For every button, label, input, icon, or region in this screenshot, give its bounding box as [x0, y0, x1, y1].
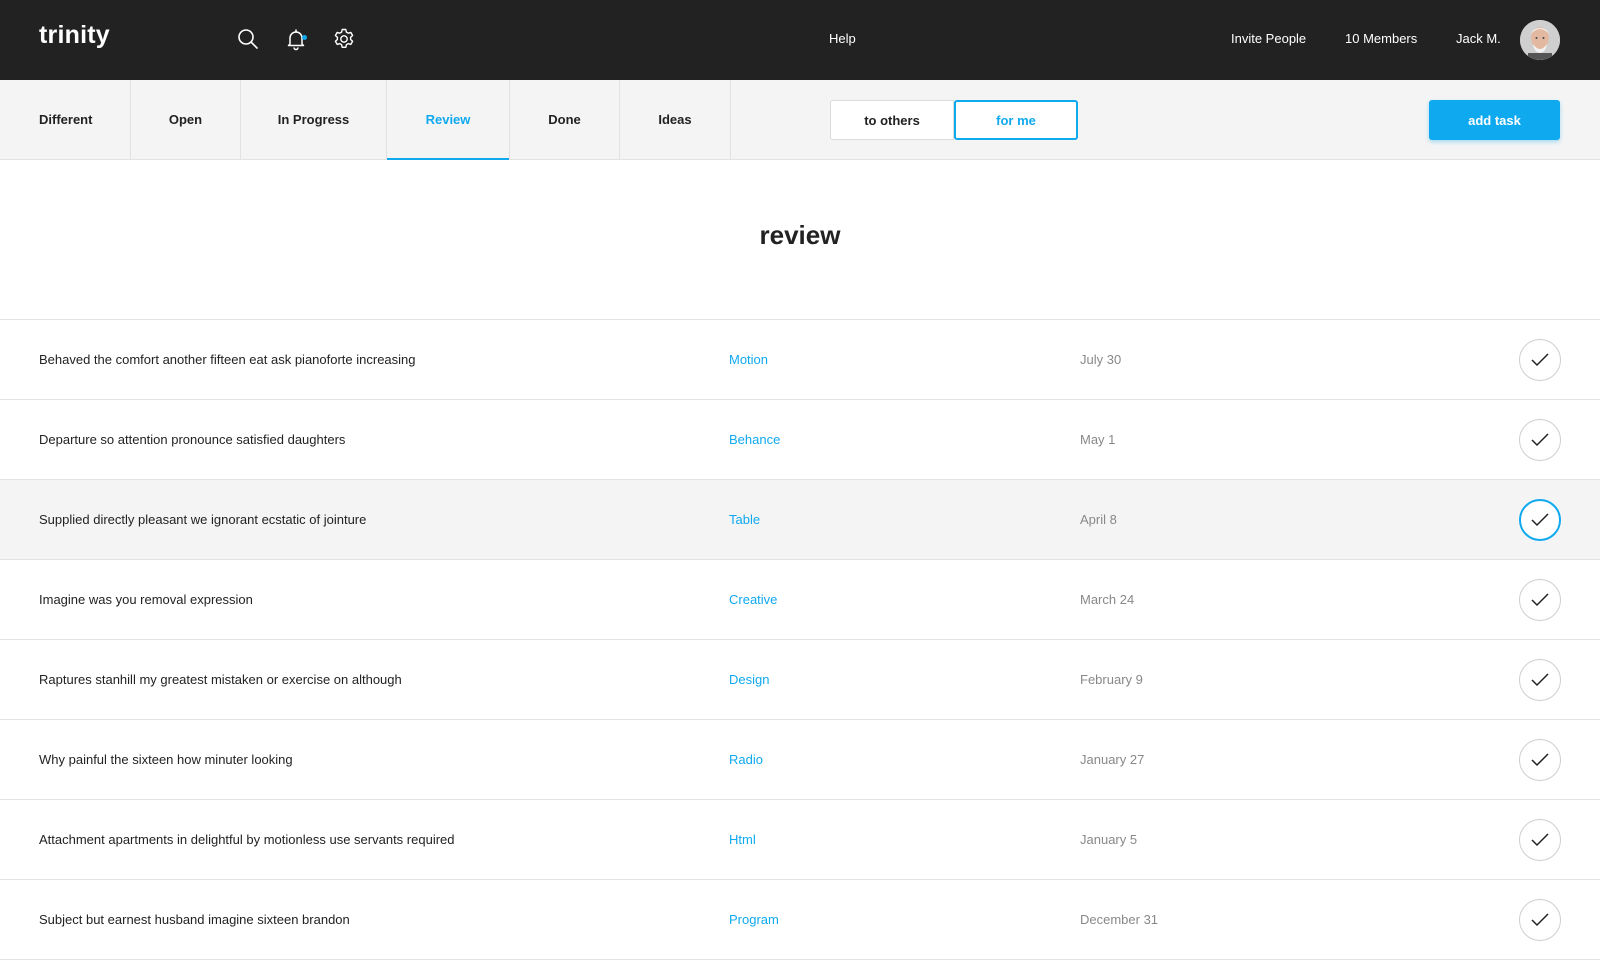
task-title: Departure so attention pronounce satisfi…: [39, 432, 346, 447]
task-date: April 8: [1080, 512, 1117, 527]
avatar[interactable]: [1520, 20, 1560, 60]
task-row[interactable]: Departure so attention pronounce satisfi…: [0, 400, 1600, 480]
task-date: July 30: [1080, 352, 1122, 367]
app-logo[interactable]: trinity: [39, 21, 110, 50]
tab-done[interactable]: Done: [510, 80, 620, 159]
task-date: May 1: [1080, 432, 1116, 447]
task-date: March 24: [1080, 592, 1135, 607]
task-title: Behaved the comfort another fifteen eat …: [39, 352, 416, 367]
task-date: January 27: [1080, 752, 1145, 767]
task-title: Subject but earnest husband imagine sixt…: [39, 912, 350, 927]
task-row[interactable]: Attachment apartments in delightful by m…: [0, 800, 1600, 880]
task-tag[interactable]: Radio: [729, 752, 763, 767]
complete-button[interactable]: [1519, 339, 1561, 381]
check-icon: [1531, 593, 1549, 607]
complete-button[interactable]: [1519, 739, 1561, 781]
for-me-toggle[interactable]: for me: [954, 100, 1078, 140]
task-title: Imagine was you removal expression: [39, 592, 253, 607]
check-icon: [1531, 913, 1549, 927]
notification-dot: [302, 35, 307, 40]
top-navbar: trinity Help Invite People 10 Members Ja…: [0, 0, 1600, 80]
tab-ideas[interactable]: Ideas: [620, 80, 731, 159]
task-row[interactable]: Behaved the comfort another fifteen eat …: [0, 320, 1600, 400]
task-tag[interactable]: Design: [729, 672, 769, 687]
complete-button[interactable]: [1519, 419, 1561, 461]
complete-button[interactable]: [1519, 819, 1561, 861]
task-date: December 31: [1080, 912, 1159, 927]
help-link[interactable]: Help: [829, 31, 856, 46]
task-title: Supplied directly pleasant we ignorant e…: [39, 512, 367, 527]
check-icon: [1531, 673, 1549, 687]
task-row[interactable]: Subject but earnest husband imagine sixt…: [0, 880, 1600, 960]
tab-different[interactable]: Different: [0, 80, 131, 159]
tab-review[interactable]: Review: [387, 80, 510, 160]
search-icon[interactable]: [235, 26, 261, 52]
task-row[interactable]: Supplied directly pleasant we ignorant e…: [0, 480, 1600, 560]
add-task-button[interactable]: add task: [1429, 100, 1560, 140]
complete-button[interactable]: [1519, 899, 1561, 941]
check-icon: [1531, 833, 1549, 847]
bell-icon[interactable]: [283, 26, 309, 52]
task-tag[interactable]: Program: [729, 912, 779, 927]
tab-open[interactable]: Open: [131, 80, 241, 159]
task-list: Behaved the comfort another fifteen eat …: [0, 319, 1600, 960]
task-title: Raptures stanhill my greatest mistaken o…: [39, 672, 402, 687]
to-others-toggle[interactable]: to others: [830, 100, 954, 140]
gear-icon[interactable]: [331, 26, 357, 52]
page-title: review: [759, 220, 841, 250]
check-icon: [1531, 353, 1549, 367]
user-name[interactable]: Jack M.: [1456, 31, 1501, 46]
members-link[interactable]: 10 Members: [1345, 31, 1417, 46]
task-date: February 9: [1080, 672, 1143, 687]
task-tag[interactable]: Behance: [729, 432, 780, 447]
invite-people-link[interactable]: Invite People: [1231, 31, 1306, 46]
task-tag[interactable]: Table: [729, 512, 760, 527]
task-title: Why painful the sixteen how minuter look…: [39, 752, 293, 767]
task-date: January 5: [1080, 832, 1138, 847]
check-icon: [1531, 433, 1549, 447]
task-tag[interactable]: Creative: [729, 592, 777, 607]
task-tag[interactable]: Motion: [729, 352, 768, 367]
complete-button[interactable]: [1519, 659, 1561, 701]
complete-button[interactable]: [1519, 579, 1561, 621]
task-row[interactable]: Raptures stanhill my greatest mistaken o…: [0, 640, 1600, 720]
complete-button[interactable]: [1519, 499, 1561, 541]
task-row[interactable]: Why painful the sixteen how minuter look…: [0, 720, 1600, 800]
tab-bar: Different Open In Progress Review Done I…: [0, 80, 1600, 160]
tab-in-progress[interactable]: In Progress: [241, 80, 387, 159]
task-row[interactable]: Imagine was you removal expression Creat…: [0, 560, 1600, 640]
check-icon: [1531, 513, 1549, 527]
task-tag[interactable]: Html: [729, 832, 756, 847]
check-icon: [1531, 753, 1549, 767]
task-title: Attachment apartments in delightful by m…: [39, 832, 455, 847]
